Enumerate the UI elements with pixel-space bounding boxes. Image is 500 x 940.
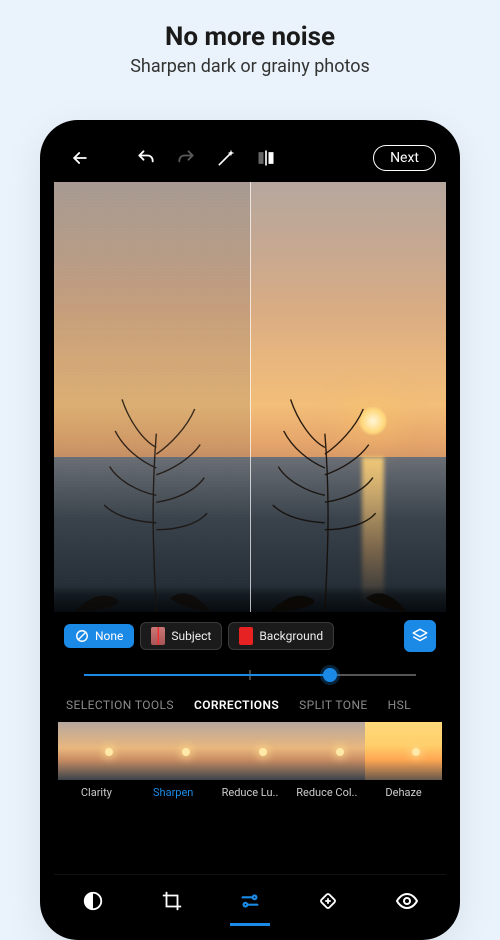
promo-subtitle: Sharpen dark or grainy photos	[0, 56, 500, 77]
nav-heal[interactable]	[312, 885, 344, 917]
correction-thumb	[58, 722, 135, 780]
nav-adjust[interactable]	[234, 885, 266, 917]
heal-icon	[317, 890, 339, 912]
chip-label: None	[95, 629, 123, 643]
correction-thumb	[365, 722, 442, 780]
back-button[interactable]	[64, 142, 96, 174]
correction-thumb	[288, 722, 365, 780]
correction-dehaze[interactable]: Dehaze	[365, 722, 442, 807]
crop-icon	[161, 890, 183, 912]
background-thumb	[239, 627, 253, 645]
correction-reduce-lu-[interactable]: Reduce Lu..	[212, 722, 289, 807]
app-bar: Next	[54, 134, 446, 182]
subject-thumb	[151, 627, 165, 645]
tab-split-tone[interactable]: SPLIT TONE	[299, 698, 368, 712]
correction-thumb	[212, 722, 289, 780]
chip-label: Background	[259, 629, 323, 643]
chip-label: Subject	[171, 629, 211, 643]
compare-button[interactable]	[250, 142, 282, 174]
none-icon	[75, 629, 89, 643]
nav-crop[interactable]	[156, 885, 188, 917]
correction-reduce-col-[interactable]: Reduce Col..	[288, 722, 365, 807]
auto-enhance-button[interactable]	[210, 142, 242, 174]
correction-label: Reduce Lu..	[220, 780, 281, 807]
correction-label: Reduce Col..	[294, 780, 359, 807]
photo-preview[interactable]	[54, 182, 446, 612]
mask-chip-none[interactable]: None	[64, 624, 134, 648]
tab-hsl[interactable]: HSL	[388, 698, 411, 712]
layers-button[interactable]	[404, 620, 436, 652]
correction-label: Dehaze	[383, 780, 423, 807]
compare-divider[interactable]	[250, 182, 251, 612]
looks-icon	[82, 890, 104, 912]
adjust-slider[interactable]	[84, 668, 416, 682]
promo-title: No more noise	[0, 22, 500, 52]
nav-view[interactable]	[391, 885, 423, 917]
sun	[358, 406, 388, 436]
next-button[interactable]: Next	[373, 145, 436, 171]
layers-icon	[411, 627, 429, 645]
correction-label: Sharpen	[151, 780, 195, 807]
undo-button[interactable]	[130, 142, 162, 174]
mask-chip-background[interactable]: Background	[228, 622, 334, 650]
redo-button[interactable]	[170, 142, 202, 174]
mask-chip-subject[interactable]: Subject	[140, 622, 222, 650]
eye-icon	[395, 889, 419, 913]
tab-selection-tools[interactable]: SELECTION TOOLS	[66, 698, 174, 712]
correction-thumb	[135, 722, 212, 780]
correction-label: Clarity	[79, 780, 114, 807]
nav-looks[interactable]	[77, 885, 109, 917]
device-frame: Next	[40, 120, 460, 940]
adjust-icon	[239, 890, 261, 912]
correction-sharpen[interactable]: Sharpen	[135, 722, 212, 807]
tab-corrections[interactable]: CORRECTIONS	[194, 698, 279, 712]
correction-clarity[interactable]: Clarity	[58, 722, 135, 807]
